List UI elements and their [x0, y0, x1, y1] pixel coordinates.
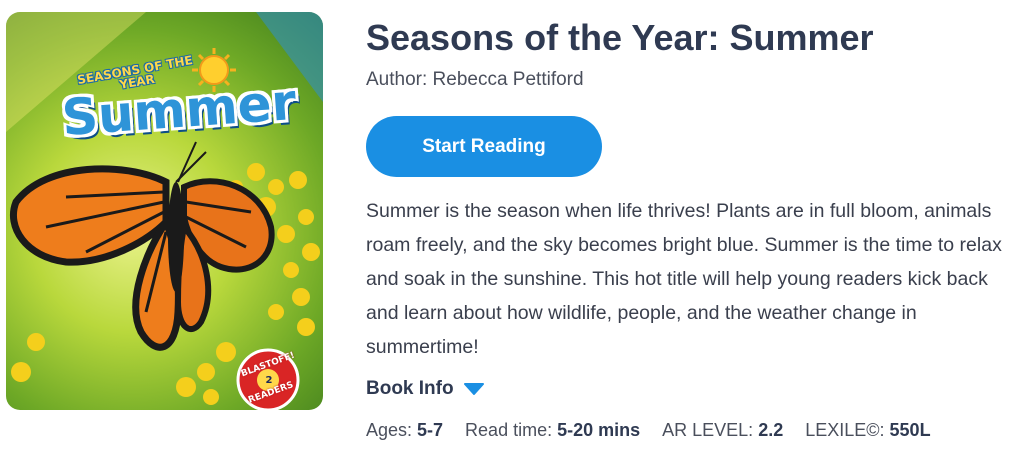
blastoff-badge: BLASTOFF! 2 READERS: [234, 348, 302, 410]
ages-label: Ages:: [366, 420, 413, 440]
lexile-label: LEXILE©:: [805, 420, 885, 440]
book-metadata: Ages: 5-7 Read time: 5-20 mins AR LEVEL: 2.…: [366, 420, 931, 446]
book-description: Summer is the season when life thrives! …: [366, 200, 1002, 358]
ages-meta: Ages: 5-7: [366, 420, 443, 441]
book-author: Author: Rebecca Pettiford: [366, 69, 584, 90]
read-time-meta: Read time: 5-20 mins: [465, 420, 640, 441]
book-info-toggle[interactable]: Book Info: [366, 376, 484, 402]
ar-level-value: 2.2: [758, 420, 784, 440]
badge-level-text: 2: [265, 375, 273, 386]
butterfly-image: [9, 141, 275, 351]
lexile-value: 550L: [889, 420, 931, 440]
book-info-label: Book Info: [366, 378, 454, 399]
book-title: Seasons of the Year: Summer: [366, 17, 874, 58]
book-cover: SEASONS OF THE YEAR Summer BLASTOFF! 2 R…: [6, 12, 323, 410]
read-time-value: 5-20 mins: [557, 420, 641, 440]
caret-down-icon: [463, 382, 484, 396]
ar-level-label: AR LEVEL:: [662, 420, 754, 440]
lexile-meta: LEXILE©: 550L: [805, 420, 930, 441]
ar-level-meta: AR LEVEL: 2.2: [662, 420, 783, 441]
read-time-label: Read time:: [465, 420, 553, 440]
ages-value: 5-7: [417, 420, 444, 440]
start-reading-button[interactable]: Start Reading: [366, 116, 602, 177]
